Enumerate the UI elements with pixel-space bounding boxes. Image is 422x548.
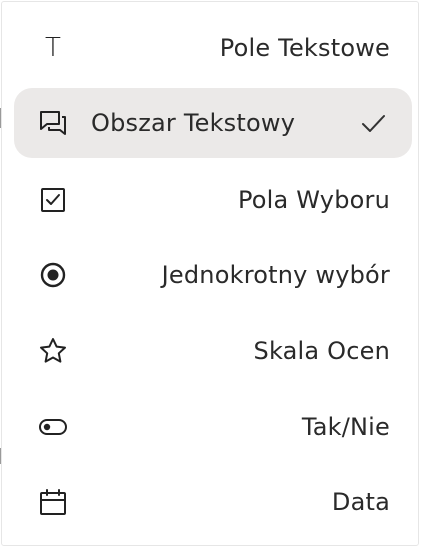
menu-item-label: Data (331, 488, 390, 516)
menu-item-label: Skala Ocen (253, 337, 390, 365)
menu-item-rating-scale[interactable]: Skala Ocen (14, 316, 412, 386)
menu-item-label: Pola Wyboru (237, 186, 390, 214)
toggle-icon (38, 412, 68, 442)
menu-item-label: Obszar Tekstowy (91, 109, 296, 137)
menu-item-label: Tak/Nie (301, 413, 390, 441)
menu-item-single-choice[interactable]: Jednokrotny wybór (14, 240, 412, 310)
menu-item-label: Pole Tekstowe (219, 34, 390, 62)
menu-item-text-field[interactable]: T Pole Tekstowe (14, 13, 412, 83)
field-type-menu: T Pole Tekstowe Obszar Tekstowy Pola Wyb… (1, 1, 419, 546)
menu-item-label: Jednokrotny wybór (161, 261, 390, 289)
radio-icon (38, 260, 68, 290)
menu-item-textarea[interactable]: Obszar Tekstowy (14, 88, 412, 158)
star-icon (38, 336, 68, 366)
checkbox-icon (38, 185, 68, 215)
calendar-icon (38, 487, 68, 517)
checkmark-icon (362, 115, 385, 132)
menu-item-checkboxes[interactable]: Pola Wyboru (14, 165, 412, 235)
text-icon: T (45, 33, 61, 63)
menu-item-yes-no[interactable]: Tak/Nie (14, 392, 412, 462)
menu-item-date[interactable]: Data (14, 467, 412, 537)
textarea-icon (38, 108, 68, 138)
